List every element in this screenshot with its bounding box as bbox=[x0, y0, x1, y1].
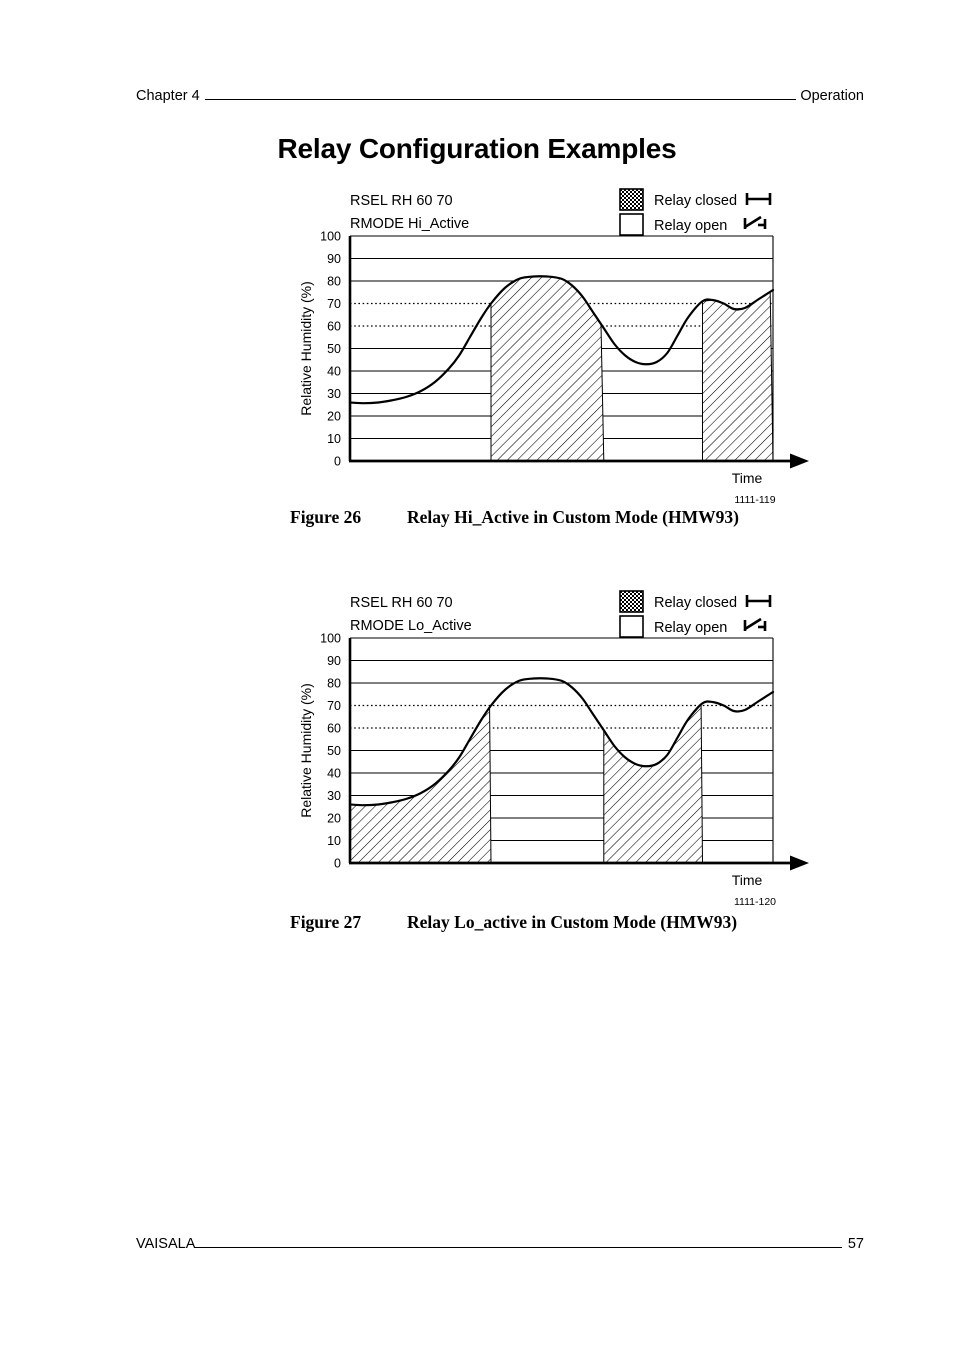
figure-26-block: RSEL RH 60 70 RMODE Hi_Active Relay closed… bbox=[0, 185, 954, 527]
rsel-parameter-text: RSEL RH 60 70 bbox=[350, 595, 453, 611]
switch-closed-icon bbox=[745, 193, 772, 205]
page-header: Chapter 4 Operation bbox=[136, 88, 864, 112]
y-axis-tick-label: 100 bbox=[320, 230, 341, 244]
y-axis-tick-label: 70 bbox=[327, 699, 341, 713]
chart-legend: Relay closed Relay open bbox=[619, 188, 772, 236]
y-axis-tick-label: 50 bbox=[327, 342, 341, 356]
y-axis-title: Relative Humidity (%) bbox=[298, 281, 314, 416]
x-axis-title: Time bbox=[732, 872, 763, 888]
header-section-label: Operation bbox=[800, 88, 864, 104]
y-axis-tick-label: 80 bbox=[327, 275, 341, 289]
legend-relay-closed-label: Relay closed bbox=[654, 595, 737, 611]
y-axis-tick-label: 20 bbox=[327, 410, 341, 424]
figure-26-caption-text: Relay Hi_Active in Custom Mode (HMW93) bbox=[407, 507, 739, 527]
page-footer: VAISALA 57 bbox=[136, 1236, 864, 1260]
y-axis-tick-label: 40 bbox=[327, 767, 341, 781]
figure-27-block: RSEL RH 60 70 RMODE Lo_Active Relay closed… bbox=[0, 587, 954, 932]
y-axis-tick-label: 50 bbox=[327, 744, 341, 758]
y-axis-tick-label: 10 bbox=[327, 432, 341, 446]
y-axis-tick-label: 60 bbox=[327, 722, 341, 736]
x-axis-title: Time bbox=[732, 470, 763, 486]
y-axis-tick-label: 20 bbox=[327, 812, 341, 826]
y-axis-tick-label: 0 bbox=[334, 455, 341, 469]
y-axis-tick-label: 90 bbox=[327, 654, 341, 668]
y-axis-title: Relative Humidity (%) bbox=[298, 683, 314, 818]
header-divider-rule bbox=[204, 99, 797, 100]
relay-closed-bands bbox=[490, 276, 774, 462]
figure-27-caption: Figure 27 Relay Lo_active in Custom Mode … bbox=[290, 912, 930, 933]
figure-26-graphic: RSEL RH 60 70 RMODE Hi_Active Relay closed… bbox=[0, 185, 954, 510]
figure-27-caption-number: Figure 27 bbox=[290, 912, 362, 932]
legend-relay-open-label: Relay open bbox=[654, 620, 727, 636]
switch-open-icon bbox=[743, 617, 767, 631]
figure-reference-code: 1111-120 bbox=[734, 896, 776, 908]
y-axis-tick-label: 90 bbox=[327, 252, 341, 266]
rmode-parameter-text: RMODE Hi_Active bbox=[350, 216, 469, 232]
rmode-parameter-text: RMODE Lo_Active bbox=[350, 618, 472, 634]
chart-legend: Relay closed Relay open bbox=[619, 590, 772, 638]
legend-relay-open-label: Relay open bbox=[654, 218, 727, 234]
relay-closed-band bbox=[702, 290, 774, 462]
footer-brand-label: VAISALA bbox=[136, 1236, 196, 1252]
y-axis-tick-label: 100 bbox=[320, 632, 341, 646]
figure-reference-code: 1111-119 bbox=[734, 494, 775, 506]
legend-relay-closed-label: Relay closed bbox=[654, 193, 737, 209]
rsel-parameter-text: RSEL RH 60 70 bbox=[350, 193, 453, 209]
switch-closed-icon bbox=[745, 595, 772, 607]
relay-closed-band bbox=[349, 705, 492, 864]
switch-open-icon bbox=[743, 215, 767, 229]
humidity-curve bbox=[348, 677, 775, 807]
figure-27-graphic: RSEL RH 60 70 RMODE Lo_Active Relay closed… bbox=[0, 587, 954, 912]
footer-page-number: 57 bbox=[847, 1236, 864, 1252]
footer-divider-rule bbox=[195, 1247, 842, 1248]
document-page: Chapter 4 Operation Relay Configuration … bbox=[0, 0, 954, 1350]
figure-26-caption: Figure 26 Relay Hi_Active in Custom Mode … bbox=[290, 507, 930, 528]
y-axis-tick-label: 30 bbox=[327, 387, 341, 401]
y-axis-tick-label: 60 bbox=[327, 320, 341, 334]
figure-26-caption-number: Figure 26 bbox=[290, 507, 362, 527]
y-axis-tick-label: 30 bbox=[327, 789, 341, 803]
header-chapter-label: Chapter 4 bbox=[136, 88, 200, 104]
y-axis-tick-label: 10 bbox=[327, 834, 341, 848]
y-axis-tick-label: 80 bbox=[327, 677, 341, 691]
y-axis-tick-label: 40 bbox=[327, 365, 341, 379]
y-axis-tick-label: 0 bbox=[334, 857, 341, 871]
figure-27-caption-text: Relay Lo_active in Custom Mode (HMW93) bbox=[407, 912, 738, 932]
page-title: Relay Configuration Examples bbox=[277, 133, 677, 164]
y-axis-tick-label: 70 bbox=[327, 297, 341, 311]
